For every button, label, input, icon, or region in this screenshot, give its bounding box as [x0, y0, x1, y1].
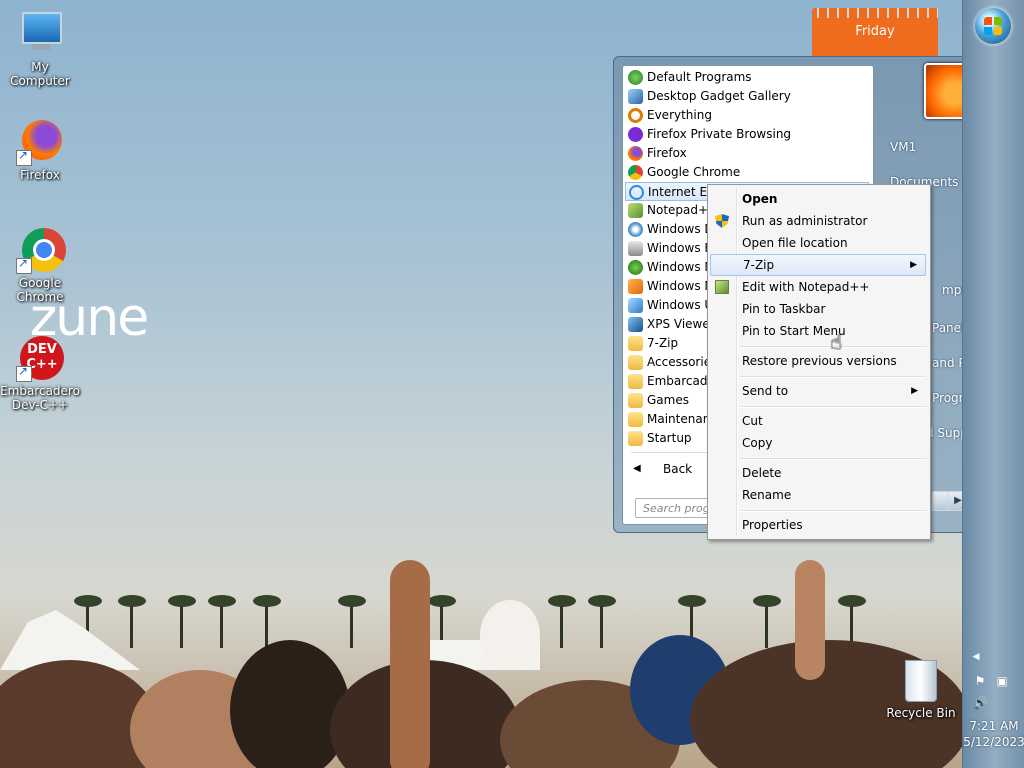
desktop-icon-label: Google Chrome [16, 276, 64, 304]
windows-fax-icon [628, 241, 643, 256]
show-hidden-icons-arrow-icon[interactable]: ◀ [969, 650, 983, 664]
folder-icon [628, 374, 643, 389]
calendar-gadget[interactable]: Friday [812, 8, 938, 56]
shortcut-arrow-icon [16, 364, 32, 382]
desktop-icon-firefox[interactable]: Firefox [0, 118, 80, 182]
menu-separator [740, 458, 926, 460]
palm-tree [253, 595, 281, 648]
folder-icon [628, 355, 643, 370]
folder-icon [628, 393, 643, 408]
computer-icon [16, 10, 64, 58]
menu-item-send-to[interactable]: Send to ▶ [710, 380, 926, 402]
search-magnifier-icon [628, 108, 643, 123]
start-link-control-panel[interactable]: Panel [932, 321, 964, 335]
menu-item-7zip[interactable]: 7-Zip ▶ [710, 254, 926, 276]
palm-tree [118, 595, 146, 648]
divider [631, 452, 715, 453]
recycle-bin-icon [905, 660, 937, 702]
menu-item-properties[interactable]: Properties [710, 514, 926, 536]
menu-separator [740, 406, 926, 408]
program-item[interactable]: Firefox [625, 144, 869, 163]
desktop-icon-label: My Computer [10, 60, 70, 88]
menu-item-cut[interactable]: Cut [710, 410, 926, 432]
windows-update-icon [628, 298, 643, 313]
palm-tree [588, 595, 616, 648]
palm-tree [548, 595, 576, 648]
palm-tree [208, 595, 236, 648]
menu-item-restore-versions[interactable]: Restore previous versions [710, 350, 926, 372]
menu-item-rename[interactable]: Rename [710, 484, 926, 506]
desktop-icon-label: Recycle Bin [886, 706, 956, 720]
gadget-icon [628, 89, 643, 104]
raised-arm [795, 560, 825, 680]
calendar-day: Friday [855, 24, 895, 39]
program-item[interactable]: Desktop Gadget Gallery [625, 87, 869, 106]
start-button[interactable] [975, 8, 1011, 44]
windows-media-player-icon [628, 279, 643, 294]
clock-time: 7:21 AM [969, 719, 1019, 733]
windows-logo-icon [984, 17, 1002, 35]
folder-icon [628, 412, 643, 427]
folder-icon [628, 336, 643, 351]
menu-item-run-as-admin[interactable]: Run as administrator [710, 210, 926, 232]
back-arrow-icon: ◀ [633, 463, 641, 474]
desktop-icon-google-chrome[interactable]: Google Chrome [0, 226, 80, 304]
program-item[interactable]: Everything [625, 106, 869, 125]
system-clock[interactable]: 7:21 AM 5/12/2023 [963, 718, 1024, 750]
notepad-plus-plus-icon [715, 280, 729, 294]
shortcut-arrow-icon [16, 148, 32, 166]
raised-arm [390, 560, 430, 768]
network-icon[interactable]: ▣ [995, 674, 1009, 688]
action-center-flag-icon[interactable]: ⚑ [973, 674, 987, 688]
program-item[interactable]: Default Programs [625, 68, 869, 87]
firefox-icon [16, 118, 64, 166]
desktop-icon-label: Firefox [20, 168, 60, 182]
desktop-icon-label: Embarcadero Dev-C++ [0, 384, 80, 412]
hand-cursor-icon: ☝ [830, 330, 843, 354]
menu-item-copy[interactable]: Copy [710, 432, 926, 454]
palm-tree [168, 595, 196, 648]
default-programs-icon [628, 70, 643, 85]
internet-explorer-icon [629, 185, 644, 200]
palm-tree [753, 595, 781, 648]
crowd-shape [230, 640, 350, 768]
folder-icon [628, 431, 643, 446]
uac-shield-icon [715, 214, 729, 228]
taskbar: ◀ ⚑ ▣ 🔊 7:21 AM 5/12/2023 [962, 0, 1024, 768]
menu-item-pin-start-menu[interactable]: Pin to Start Menu [710, 320, 926, 342]
desktop-icon-my-computer[interactable]: My Computer [0, 10, 80, 88]
palm-tree [338, 595, 366, 648]
notepad-plus-plus-icon [628, 203, 643, 218]
menu-separator [740, 510, 926, 512]
menu-separator [740, 376, 926, 378]
firefox-icon [628, 146, 643, 161]
desktop-icon-dev-cpp[interactable]: DEVC++ Embarcadero Dev-C++ [0, 334, 80, 412]
start-link-user[interactable]: VM1 [890, 140, 916, 154]
submenu-arrow-icon: ▶ [910, 260, 917, 270]
windows-media-center-icon [628, 260, 643, 275]
chrome-icon [16, 226, 66, 274]
clock-date: 5/12/2023 [963, 735, 1024, 749]
menu-item-open[interactable]: Open [710, 188, 926, 210]
xps-viewer-icon [628, 317, 643, 332]
menu-item-open-file-location[interactable]: Open file location [710, 232, 926, 254]
context-menu: Open Run as administrator Open file loca… [707, 184, 931, 540]
windows-dvd-icon [628, 222, 643, 237]
dev-cpp-icon: DEV C++ [16, 334, 64, 382]
program-item[interactable]: Google Chrome [625, 163, 869, 182]
submenu-arrow-icon: ▶ [911, 386, 918, 396]
firefox-private-icon [628, 127, 643, 142]
program-item[interactable]: Firefox Private Browsing [625, 125, 869, 144]
crowd-shape [480, 600, 540, 670]
shortcut-arrow-icon [16, 256, 32, 274]
menu-item-delete[interactable]: Delete [710, 462, 926, 484]
chrome-icon [628, 165, 643, 180]
desktop-icon-recycle-bin[interactable]: Recycle Bin [885, 660, 957, 720]
menu-item-edit-notepad-plus-plus[interactable]: Edit with Notepad++ [710, 276, 926, 298]
menu-item-pin-taskbar[interactable]: Pin to Taskbar [710, 298, 926, 320]
volume-icon[interactable]: 🔊 [973, 696, 988, 710]
calendar-rings [812, 8, 938, 18]
